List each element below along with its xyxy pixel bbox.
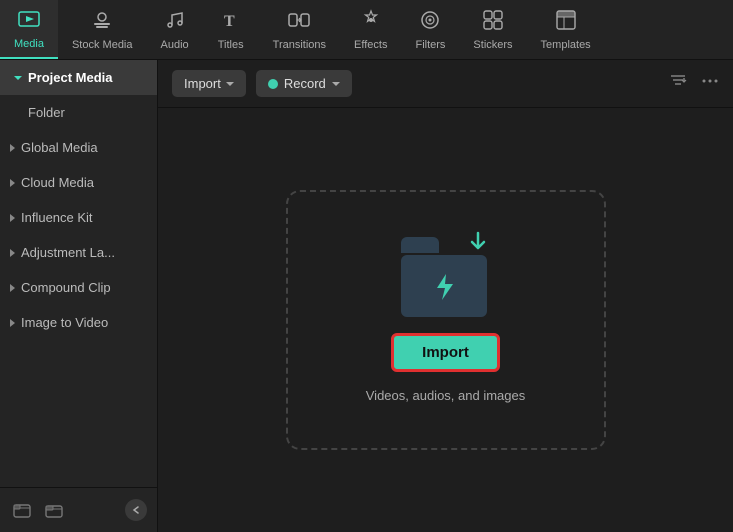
nav-templates[interactable]: Templates (527, 0, 605, 59)
sidebar-item-compound-clip[interactable]: Compound Clip (0, 270, 157, 305)
top-nav: Media Stock Media Audio T Titles (0, 0, 733, 60)
nav-stock-media-label: Stock Media (72, 39, 133, 51)
import-button-label: Import (184, 76, 221, 91)
sidebar-cloud-media-label: Cloud Media (21, 175, 94, 190)
stickers-icon (482, 9, 504, 35)
sidebar-item-image-to-video[interactable]: Image to Video (0, 305, 157, 340)
expand-arrow-icon (10, 144, 15, 152)
nav-media-label: Media (14, 38, 44, 50)
expand-arrow-icon (10, 249, 15, 257)
filters-icon (419, 9, 441, 35)
content-toolbar: Import Record (158, 60, 733, 108)
nav-effects-label: Effects (354, 39, 387, 51)
record-dot-icon (268, 79, 278, 89)
sidebar-global-media-label: Global Media (21, 140, 98, 155)
nav-titles-label: Titles (218, 39, 244, 51)
filter-sort-icon[interactable] (669, 72, 687, 95)
nav-stock-media[interactable]: Stock Media (58, 0, 147, 59)
drop-zone: Import Videos, audios, and images (286, 190, 606, 450)
titles-icon: T (220, 9, 242, 35)
nav-titles[interactable]: T Titles (203, 0, 259, 59)
import-chevron-icon (226, 82, 234, 86)
sidebar-item-adjustment-la[interactable]: Adjustment La... (0, 235, 157, 270)
sidebar-folder-label: Folder (28, 105, 65, 120)
nav-filters-label: Filters (415, 39, 445, 51)
record-button[interactable]: Record (256, 70, 352, 97)
sidebar-arrow-icon (14, 76, 22, 80)
nav-audio-label: Audio (161, 39, 189, 51)
lightning-icon (431, 272, 457, 307)
nav-templates-label: Templates (541, 39, 591, 51)
record-chevron-icon (332, 82, 340, 86)
nav-filters[interactable]: Filters (401, 0, 459, 59)
expand-arrow-icon (10, 319, 15, 327)
folder-icon[interactable] (42, 498, 66, 522)
stock-media-icon (91, 9, 113, 35)
expand-arrow-icon (10, 179, 15, 187)
templates-icon (555, 9, 577, 35)
svg-text:T: T (224, 13, 235, 30)
nav-transitions[interactable]: Transitions (259, 0, 340, 59)
sidebar-image-to-video-label: Image to Video (21, 315, 108, 330)
drop-zone-import-label: Import (422, 344, 469, 361)
nav-stickers-label: Stickers (473, 39, 512, 51)
effects-icon (360, 9, 382, 35)
nav-transitions-label: Transitions (273, 39, 326, 51)
sidebar-project-media[interactable]: Project Media (0, 60, 157, 95)
sidebar-compound-clip-label: Compound Clip (21, 280, 111, 295)
arrow-down-icon (465, 229, 491, 262)
sidebar-item-global-media[interactable]: Global Media (0, 130, 157, 165)
folder-tab (401, 237, 439, 253)
sidebar-header-label: Project Media (28, 70, 113, 85)
folder-body (401, 255, 487, 317)
expand-arrow-icon (10, 214, 15, 222)
drop-zone-import-button[interactable]: Import (391, 333, 500, 372)
nav-audio[interactable]: Audio (147, 0, 203, 59)
add-folder-icon[interactable] (10, 498, 34, 522)
sidebar-item-influence-kit[interactable]: Influence Kit (0, 200, 157, 235)
expand-arrow-icon (10, 284, 15, 292)
audio-icon (164, 9, 186, 35)
content-area: Import Record (158, 60, 733, 532)
nav-media[interactable]: Media (0, 0, 58, 59)
record-button-label: Record (284, 76, 326, 91)
toolbar-right (669, 72, 719, 95)
sidebar-item-cloud-media[interactable]: Cloud Media (0, 165, 157, 200)
drop-zone-description: Videos, audios, and images (366, 388, 525, 403)
transitions-icon (288, 9, 310, 35)
sidebar-item-folder[interactable]: Folder (0, 95, 157, 130)
import-graphic (401, 237, 491, 317)
collapse-sidebar-button[interactable] (125, 499, 147, 521)
sidebar-influence-kit-label: Influence Kit (21, 210, 93, 225)
nav-effects[interactable]: Effects (340, 0, 401, 59)
main-area: Project Media Folder Global Media Cloud … (0, 60, 733, 532)
sidebar-footer (0, 487, 157, 532)
import-button[interactable]: Import (172, 70, 246, 97)
more-options-icon[interactable] (701, 72, 719, 95)
nav-stickers[interactable]: Stickers (459, 0, 526, 59)
sidebar: Project Media Folder Global Media Cloud … (0, 60, 158, 532)
sidebar-adjustment-la-label: Adjustment La... (21, 245, 115, 260)
media-icon (18, 8, 40, 34)
drop-zone-wrapper: Import Videos, audios, and images (158, 108, 733, 532)
